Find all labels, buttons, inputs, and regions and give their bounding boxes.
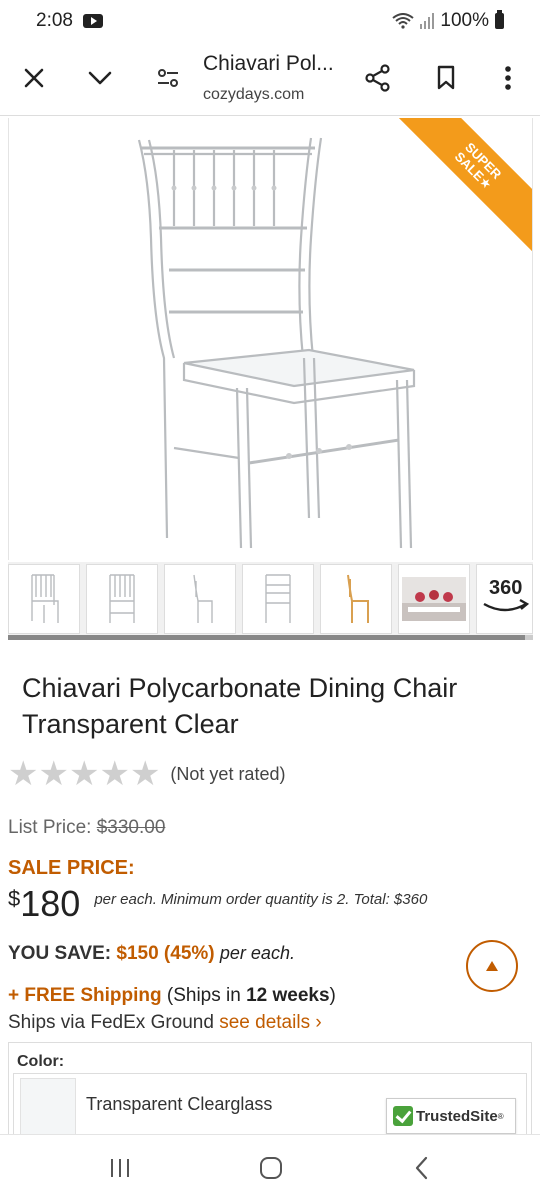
thumbnail-2[interactable] <box>86 564 158 634</box>
free-shipping: + FREE Shipping <box>8 985 162 1006</box>
system-nav-bar <box>0 1134 540 1200</box>
color-option[interactable]: Transparent Clearglass TrustedSite ® <box>13 1073 527 1144</box>
check-icon <box>393 1106 413 1126</box>
color-option-name: Transparent Clearglass <box>86 1094 273 1114</box>
rating-text: (Not yet rated) <box>170 763 286 784</box>
bookmark-icon[interactable] <box>426 58 466 98</box>
star-icon: ★ <box>99 755 130 793</box>
thumbnail-1[interactable] <box>8 564 80 634</box>
ships-via: Ships via FedEx Ground see details › <box>8 1012 322 1034</box>
chevron-down-icon[interactable] <box>80 58 120 98</box>
thumbnail-6[interactable] <box>398 564 470 634</box>
thumbnail-5[interactable] <box>320 564 392 634</box>
color-section: Color: Transparent Clearglass TrustedSit… <box>8 1042 532 1144</box>
price-value: 180 <box>20 883 81 924</box>
share-icon[interactable] <box>358 58 398 98</box>
list-price: List Price: $330.00 <box>8 817 165 839</box>
star-icon: ★ <box>38 755 69 793</box>
status-bar: 2:08 100% <box>0 0 540 44</box>
price-note: per each. Minimum order quantity is 2. T… <box>94 891 428 908</box>
ships-via-text: Ships via FedEx Ground <box>8 1012 214 1033</box>
star-icon: ★ <box>8 755 39 793</box>
view-360-button[interactable]: 360 <box>476 564 533 634</box>
label-360: 360 <box>489 577 523 599</box>
see-details-link[interactable]: see details › <box>219 1012 321 1033</box>
you-save-amount: $150 (45%) <box>116 943 215 964</box>
trustedsite-mark: ® <box>497 1111 504 1121</box>
ship-note-pre: (Ships in <box>166 985 247 1006</box>
ship-weeks: 12 weeks <box>246 985 330 1006</box>
thumbnail-3[interactable] <box>164 564 236 634</box>
shipping-info: + FREE Shipping (Ships in 12 weeks) <box>8 985 336 1007</box>
product-title: Chiavari Polycarbonate Dining Chair Tran… <box>22 673 458 739</box>
list-price-label: List Price: <box>8 817 92 838</box>
star-icon: ★ <box>129 755 161 793</box>
recent-apps-icon[interactable] <box>100 1153 140 1183</box>
you-save-label: YOU SAVE: <box>8 943 112 964</box>
browser-toolbar: Chiavari Pol... cozydays.com <box>0 44 540 116</box>
star-icon: ★ <box>68 755 100 793</box>
you-save: YOU SAVE: $150 (45%) per each. <box>8 943 295 965</box>
ship-note-post: ) <box>329 985 336 1006</box>
scroll-to-top-button[interactable] <box>466 940 518 992</box>
youtube-notification-icon <box>83 14 103 28</box>
battery-icon <box>495 10 504 29</box>
thumbnail-strip[interactable]: 360 <box>8 562 533 640</box>
color-label: Color: <box>17 1053 69 1071</box>
home-icon[interactable] <box>251 1153 291 1183</box>
trustedsite-badge[interactable]: TrustedSite ® <box>386 1098 516 1134</box>
chair-illustration <box>137 137 416 549</box>
signal-icon <box>420 13 435 29</box>
sale-price-label: SALE PRICE: <box>8 857 135 879</box>
thumbnail-4[interactable] <box>242 564 314 634</box>
price-currency: $ <box>8 886 21 911</box>
site-settings-icon[interactable] <box>148 58 188 98</box>
trustedsite-label: TrustedSite <box>416 1107 498 1125</box>
product-main-image[interactable]: SUPER SALE★ <box>8 118 533 560</box>
page-domain[interactable]: cozydays.com <box>203 86 304 104</box>
back-icon[interactable] <box>402 1153 442 1183</box>
status-time: 2:08 <box>36 10 73 31</box>
you-save-suffix: per each. <box>219 943 295 963</box>
sale-price: $ 180 per each. Minimum order quantity i… <box>8 882 427 926</box>
rating[interactable]: ★ ★ ★ ★ ★ (Not yet rated) <box>8 756 285 792</box>
wifi-icon <box>392 13 415 29</box>
list-price-value: $330.00 <box>96 817 166 838</box>
battery-percent: 100% <box>440 10 489 31</box>
more-options-icon[interactable] <box>488 58 528 98</box>
status-right: 100% <box>392 10 504 32</box>
thumbnail-scrollbar[interactable] <box>8 635 525 640</box>
close-icon[interactable] <box>14 58 54 98</box>
page-title[interactable]: Chiavari Pol... <box>203 52 334 76</box>
